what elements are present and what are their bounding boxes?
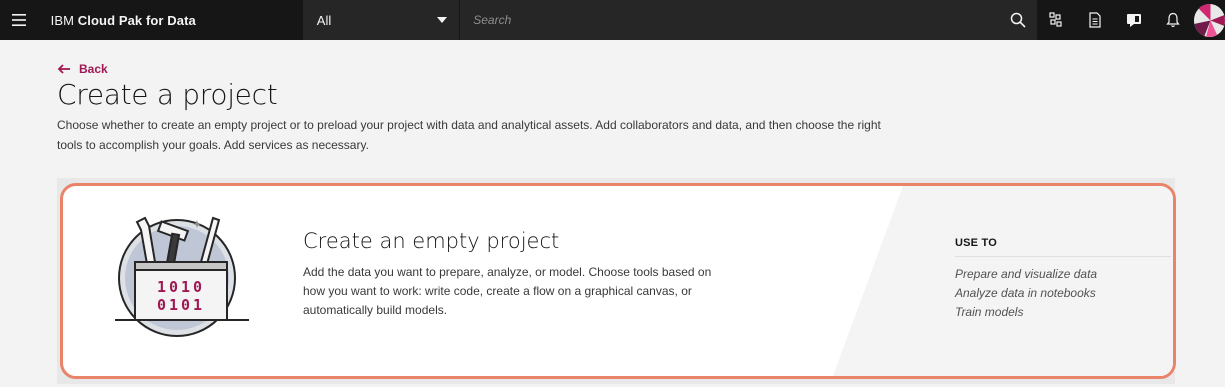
page-description: Choose whether to create an empty projec… (57, 118, 881, 152)
app-switcher-button[interactable] (1037, 0, 1076, 40)
product-name[interactable]: IBM Cloud Pak for Data (39, 0, 303, 40)
document-icon (1089, 12, 1101, 28)
use-to-item: Train models (955, 305, 1024, 319)
search-scope-value: All (316, 12, 332, 28)
menu-button[interactable] (0, 0, 39, 40)
caret-down-icon (437, 17, 448, 23)
search-field-container (459, 0, 999, 40)
illustration-binary-line-2: 0101 (157, 296, 205, 314)
toolbox-illustration: 1010 0101 (115, 216, 249, 337)
brand-name: Cloud Pak for Data (77, 12, 196, 28)
user-avatar (1193, 3, 1225, 37)
notification-icon (1165, 12, 1180, 28)
menu-icon (12, 14, 27, 26)
use-to-heading: USE TO (955, 237, 997, 249)
back-link-label: Back (79, 62, 108, 76)
card-title: Create an empty project (303, 229, 560, 253)
page-title: Create a project (57, 78, 278, 111)
use-to-list: Prepare and visualize data Analyze data … (955, 265, 1097, 322)
app-switcher-icon (1049, 12, 1062, 27)
help-icon (1127, 14, 1142, 27)
use-to-divider (955, 256, 1171, 257)
search-input[interactable] (473, 13, 999, 27)
use-to-item: Prepare and visualize data (955, 267, 1098, 281)
use-to-item: Analyze data in notebooks (955, 286, 1096, 300)
documentation-button[interactable] (1076, 0, 1115, 40)
notifications-button[interactable] (1153, 0, 1192, 40)
brand-prefix: IBM (50, 12, 75, 28)
help-button[interactable] (1115, 0, 1154, 40)
search-icon (1010, 12, 1026, 28)
search-button[interactable] (998, 0, 1038, 40)
top-nav-bar: IBM Cloud Pak for Data All (0, 0, 1225, 40)
arrow-left-icon (57, 64, 70, 74)
card-description: Add the data you want to prepare, analyz… (303, 265, 712, 317)
search-scope-dropdown[interactable]: All (302, 0, 460, 40)
avatar-pattern-icon (1193, 3, 1225, 37)
back-link[interactable]: Back (57, 62, 108, 76)
illustration-binary-line-1: 1010 (157, 278, 205, 296)
create-empty-project-tile[interactable]: 1010 0101 Create an empty project Add th… (60, 183, 1176, 379)
user-profile-button[interactable] (1192, 0, 1225, 40)
